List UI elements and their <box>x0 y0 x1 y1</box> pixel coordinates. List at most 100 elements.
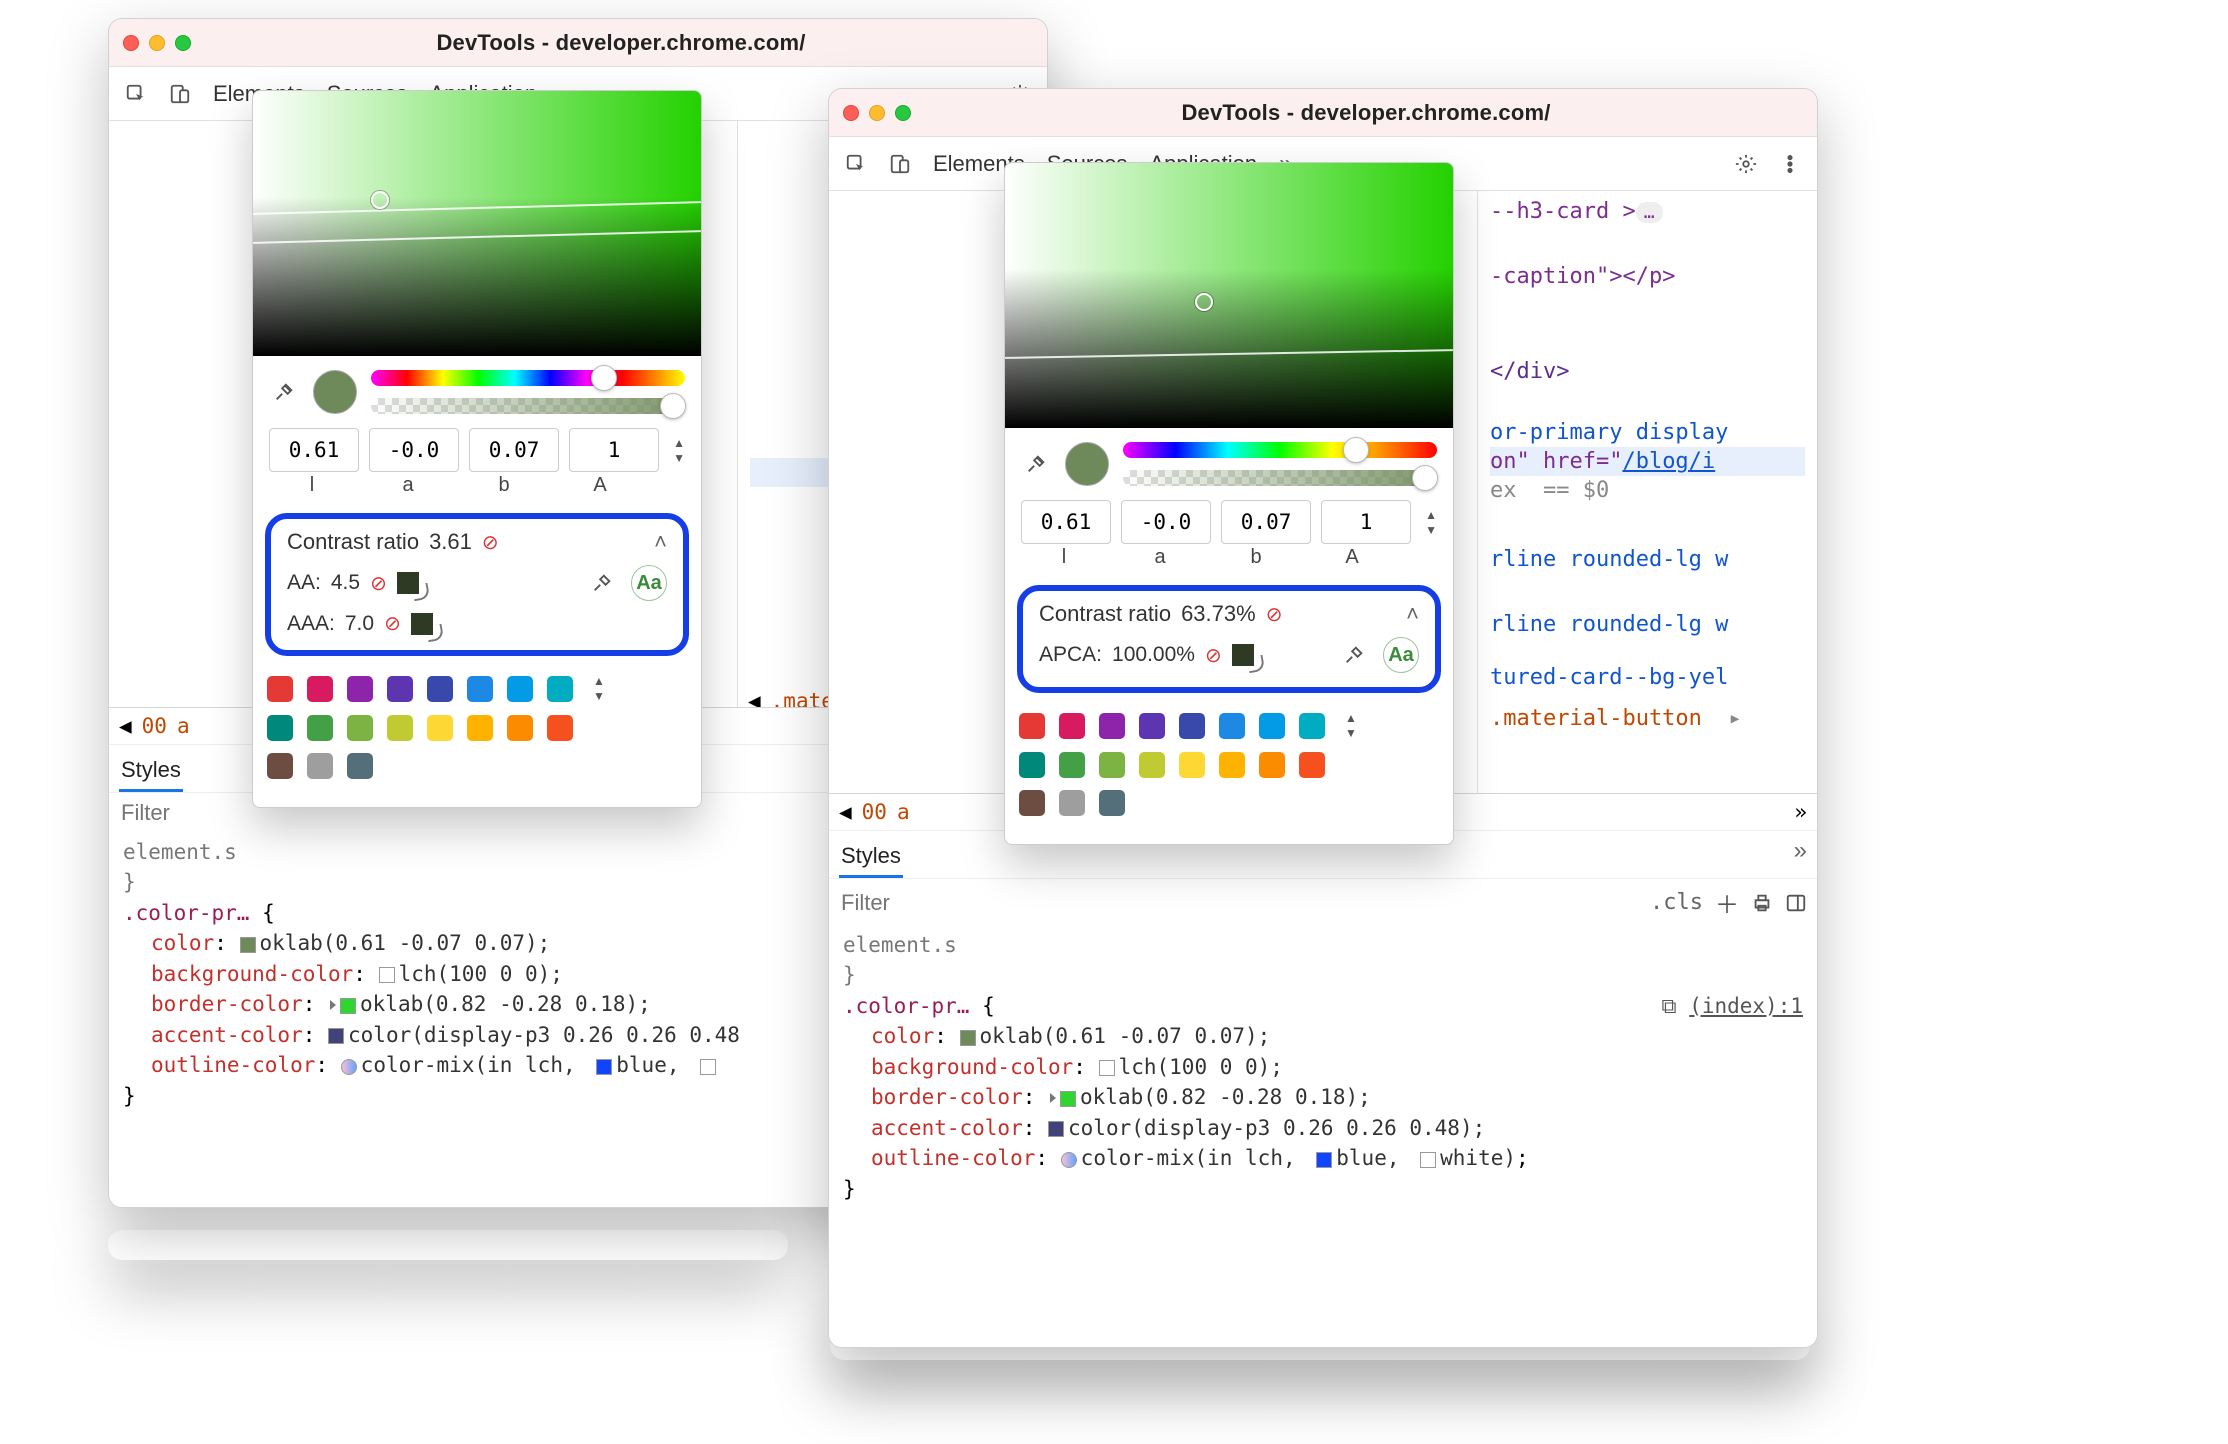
palette-swatch[interactable] <box>467 676 493 702</box>
palette-swatch[interactable] <box>1099 752 1125 778</box>
css-value[interactable]: oklab(0.61 -0.07 0.07); <box>980 1024 1271 1048</box>
zoom-icon[interactable] <box>895 105 911 121</box>
palette-swatch[interactable] <box>307 676 333 702</box>
expand-icon[interactable] <box>1050 1093 1056 1103</box>
palette-swatch[interactable] <box>347 715 373 741</box>
alpha-slider[interactable] <box>371 398 685 414</box>
copy-icon[interactable]: ⧉ <box>1662 994 1677 1018</box>
breadcrumb-left-icon[interactable]: ◀ <box>839 800 852 824</box>
palette-swatch[interactable] <box>1179 752 1205 778</box>
palette-swatch[interactable] <box>1259 713 1285 739</box>
breadcrumb-more-icon[interactable]: » <box>1794 800 1807 824</box>
device-toggle-icon[interactable] <box>169 83 191 105</box>
more-tabs-icon[interactable]: » <box>1794 837 1807 878</box>
swatch-icon[interactable] <box>341 1059 357 1075</box>
palette-stepper[interactable]: ▲▼ <box>593 674 605 703</box>
palette-swatch[interactable] <box>507 715 533 741</box>
palette-swatch[interactable] <box>307 753 333 779</box>
tab-styles[interactable]: Styles <box>839 837 903 878</box>
b-input[interactable]: 0.07 <box>1221 500 1311 544</box>
palette-swatch[interactable] <box>387 715 413 741</box>
palette-swatch[interactable] <box>547 676 573 702</box>
styles-filter-input[interactable] <box>119 799 229 827</box>
window-traffic-lights[interactable] <box>123 35 191 51</box>
palette-swatch[interactable] <box>267 753 293 779</box>
zoom-icon[interactable] <box>175 35 191 51</box>
swatch-icon[interactable] <box>1420 1152 1436 1168</box>
source-link[interactable]: (index):1 <box>1689 994 1803 1018</box>
inspect-icon[interactable] <box>845 153 867 175</box>
css-value[interactable]: white) <box>1440 1146 1516 1170</box>
eyedropper-icon[interactable] <box>269 377 299 407</box>
a-input[interactable]: -0.0 <box>369 428 459 472</box>
hue-slider[interactable] <box>1123 442 1437 458</box>
format-stepper[interactable]: ▲▼ <box>669 428 685 472</box>
css-value[interactable]: lch(100 0 0); <box>1119 1055 1283 1079</box>
swatch-icon[interactable] <box>1099 1060 1115 1076</box>
palette-swatch[interactable] <box>267 676 293 702</box>
palette-swatch[interactable] <box>1219 713 1245 739</box>
swatch-icon[interactable] <box>1048 1121 1064 1137</box>
palette-swatch[interactable] <box>267 715 293 741</box>
swatch-icon[interactable] <box>1061 1152 1077 1168</box>
palette-swatch[interactable] <box>427 715 453 741</box>
swatch-icon[interactable] <box>960 1030 976 1046</box>
css-value[interactable]: color-mix(in lch, <box>1081 1146 1296 1170</box>
swatch-icon[interactable] <box>700 1059 716 1075</box>
swatch-icon[interactable] <box>379 967 395 983</box>
inspect-icon[interactable] <box>125 83 147 105</box>
palette-swatch[interactable] <box>387 676 413 702</box>
color-cursor[interactable] <box>1195 293 1213 311</box>
minimize-icon[interactable] <box>869 105 885 121</box>
palette-swatch[interactable] <box>1059 713 1085 739</box>
saturation-field[interactable] <box>1005 163 1453 428</box>
palette-swatch[interactable] <box>1139 752 1165 778</box>
device-toggle-icon[interactable] <box>889 153 911 175</box>
palette-swatch[interactable] <box>1299 713 1325 739</box>
css-value[interactable]: lch(100 0 0); <box>399 962 563 986</box>
l-input[interactable]: 0.61 <box>269 428 359 472</box>
text-preview-badge[interactable]: Aa <box>1383 637 1419 673</box>
breadcrumb-item[interactable]: a <box>177 714 190 738</box>
fix-color-icon[interactable] <box>411 613 433 635</box>
palette-swatch[interactable] <box>507 676 533 702</box>
l-input[interactable]: 0.61 <box>1021 500 1111 544</box>
fix-color-icon[interactable] <box>1232 644 1254 666</box>
tab-styles[interactable]: Styles <box>119 751 183 792</box>
css-value[interactable]: oklab(0.82 -0.28 0.18); <box>1080 1085 1371 1109</box>
palette-swatch[interactable] <box>1059 752 1085 778</box>
palette-swatch[interactable] <box>1059 790 1085 816</box>
hue-slider[interactable] <box>371 370 685 386</box>
close-icon[interactable] <box>843 105 859 121</box>
dock-icon[interactable] <box>1785 892 1807 914</box>
eyedropper-icon[interactable] <box>591 572 613 594</box>
plus-icon[interactable]: ＋ <box>1715 885 1739 920</box>
window-traffic-lights[interactable] <box>843 105 911 121</box>
palette-swatch[interactable] <box>427 676 453 702</box>
breadcrumb-left-icon[interactable]: ◀ <box>119 714 132 738</box>
palette-swatch[interactable] <box>347 676 373 702</box>
collapse-icon[interactable]: ˄ <box>1406 601 1419 627</box>
css-value[interactable]: blue, <box>616 1053 679 1077</box>
css-value[interactable]: color(display-p3 0.26 0.26 0.48 <box>348 1023 740 1047</box>
palette-swatch[interactable] <box>1259 752 1285 778</box>
a-input[interactable]: -0.0 <box>1121 500 1211 544</box>
breadcrumb-item[interactable]: a <box>897 800 910 824</box>
expand-icon[interactable] <box>330 1000 336 1010</box>
breadcrumb-item[interactable]: 00 <box>142 714 167 738</box>
gear-icon[interactable] <box>1735 153 1757 175</box>
minimize-icon[interactable] <box>149 35 165 51</box>
saturation-field[interactable] <box>253 91 701 356</box>
alpha-slider[interactable] <box>1123 470 1437 486</box>
palette-stepper[interactable]: ▲▼ <box>1345 711 1357 740</box>
palette-swatch[interactable] <box>347 753 373 779</box>
swatch-icon[interactable] <box>596 1059 612 1075</box>
eyedropper-icon[interactable] <box>1343 644 1365 666</box>
printer-icon[interactable] <box>1751 892 1773 914</box>
styles-rules[interactable]: element.s } .color-pr… { ⧉ (index):1 col… <box>829 926 1817 1214</box>
css-value[interactable]: color(display-p3 0.26 0.26 0.48); <box>1068 1116 1485 1140</box>
alpha-input[interactable]: 1 <box>569 428 659 472</box>
kebab-icon[interactable] <box>1779 153 1801 175</box>
palette-swatch[interactable] <box>1219 752 1245 778</box>
css-value[interactable]: oklab(0.82 -0.28 0.18); <box>360 992 651 1016</box>
